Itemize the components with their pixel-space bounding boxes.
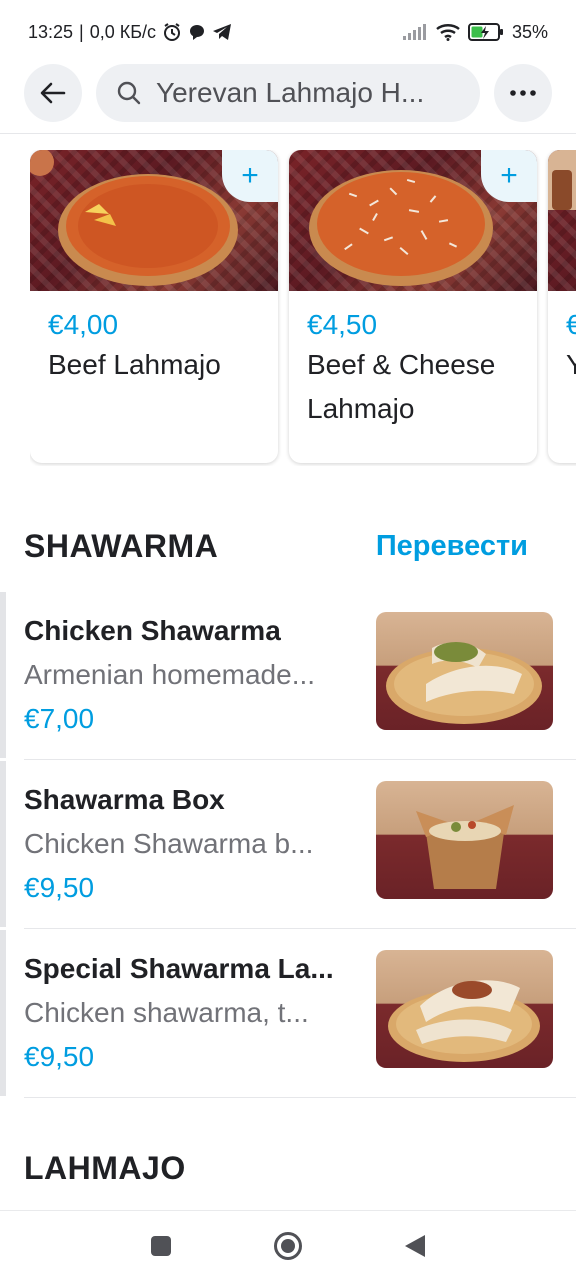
- item-divider: [24, 759, 576, 760]
- translate-link[interactable]: Перевести: [376, 530, 528, 563]
- signal-icon: [402, 23, 428, 41]
- alarm-icon: [162, 22, 182, 42]
- card-price: €: [566, 309, 576, 340]
- item-image: [376, 781, 553, 899]
- recent-apps-icon[interactable]: [149, 1234, 173, 1258]
- item-name: Special Shawarma La...: [24, 953, 334, 984]
- search-icon: [117, 81, 141, 105]
- card-image: [548, 150, 576, 291]
- card-name: Beef & Cheese Lahmajo: [307, 349, 496, 424]
- add-to-cart-button[interactable]: +: [481, 150, 537, 202]
- carousel-card[interactable]: + €4,00 Beef Lahmajo: [30, 150, 278, 463]
- wifi-icon: [436, 23, 460, 41]
- arrow-left-icon: [40, 82, 66, 104]
- card-name: Y H: [566, 349, 576, 380]
- search-text: Yerevan Lahmajo H...: [156, 77, 425, 108]
- item-image: [376, 950, 553, 1068]
- status-right: 35%: [402, 22, 548, 43]
- battery-icon: [467, 22, 504, 42]
- item-price: €7,00: [24, 703, 95, 734]
- item-accent-bar: [0, 761, 6, 927]
- carousel-card[interactable]: € Y H: [548, 150, 576, 463]
- item-description: Chicken Shawarma b...: [24, 828, 314, 859]
- item-accent-bar: [0, 930, 6, 1096]
- back-nav-icon[interactable]: [403, 1233, 427, 1259]
- back-button[interactable]: [24, 64, 82, 122]
- home-icon[interactable]: [273, 1231, 303, 1261]
- status-bar: 13:25 | 0,0 КБ/с 35%: [0, 0, 576, 64]
- search-bar[interactable]: Yerevan Lahmajo H...: [96, 64, 480, 122]
- section-title: LAHMAJO: [24, 1150, 186, 1186]
- carousel-card[interactable]: + €4,50 Beef & Cheese Lahmajo: [289, 150, 537, 463]
- menu-item[interactable]: Chicken Shawarma Armenian homemade... €7…: [0, 592, 576, 760]
- status-left: 13:25 | 0,0 КБ/с: [28, 22, 232, 43]
- header-divider: [0, 133, 576, 134]
- item-name: Chicken Shawarma: [24, 615, 281, 646]
- popular-carousel[interactable]: + €4,00 Beef Lahmajo + €4,50 Beef & Chee…: [30, 150, 576, 466]
- item-divider: [24, 1097, 576, 1098]
- item-divider: [24, 928, 576, 929]
- menu-item[interactable]: Shawarma Box Chicken Shawarma b... €9,50: [0, 761, 576, 929]
- menu-item[interactable]: Special Shawarma La... Chicken shawarma,…: [0, 930, 576, 1098]
- item-price: €9,50: [24, 872, 95, 903]
- section-header-shawarma: SHAWARMA Перевести: [24, 528, 528, 565]
- item-accent-bar: [0, 592, 6, 758]
- telegram-icon: [212, 23, 232, 41]
- battery-percent: 35%: [511, 21, 548, 42]
- add-to-cart-button[interactable]: +: [222, 150, 278, 202]
- card-price: €4,00: [48, 309, 119, 340]
- card-image: +: [30, 150, 278, 291]
- item-image: [376, 612, 553, 730]
- system-nav-bar: [0, 1210, 576, 1280]
- more-button[interactable]: [494, 64, 552, 122]
- item-description: Armenian homemade...: [24, 659, 316, 690]
- section-header-lahmajo: LAHMAJO: [24, 1150, 528, 1187]
- status-separator: |: [79, 21, 84, 42]
- card-price: €4,50: [307, 309, 378, 340]
- item-name: Shawarma Box: [24, 784, 225, 815]
- status-time: 13:25: [28, 21, 74, 42]
- more-horizontal-icon: [510, 90, 536, 96]
- top-header: Yerevan Lahmajo H...: [0, 62, 576, 124]
- card-image: +: [289, 150, 537, 291]
- item-description: Chicken shawarma, t...: [24, 997, 309, 1028]
- section-title: SHAWARMA: [24, 528, 219, 564]
- chat-icon: [188, 23, 206, 41]
- status-network-speed: 0,0 КБ/с: [89, 21, 157, 42]
- card-name: Beef Lahmajo: [48, 349, 221, 380]
- item-price: €9,50: [24, 1041, 95, 1072]
